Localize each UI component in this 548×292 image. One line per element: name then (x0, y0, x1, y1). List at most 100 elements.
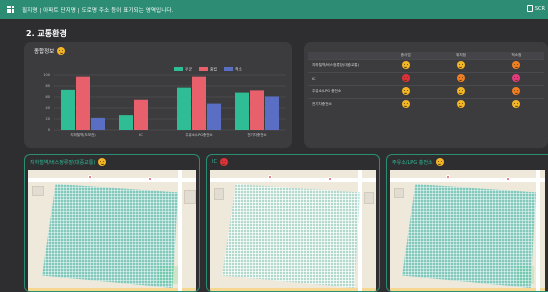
panel-title: IC (212, 159, 217, 165)
smiley-orange-icon (456, 74, 465, 82)
map-road (390, 178, 545, 182)
bar (134, 99, 148, 130)
map-road (210, 178, 376, 182)
row-label: 지하철역/버스정류장(대중교통) (308, 58, 378, 72)
menu-icon[interactable] (3, 0, 17, 19)
map-building (364, 192, 374, 204)
map-pin-icon (148, 177, 152, 181)
smiley-yellow-icon (401, 87, 410, 95)
column-header: 종사업 (378, 52, 434, 59)
map-building (32, 186, 44, 196)
bar (76, 76, 90, 130)
panel-gas-station: 주유소/LPG 충전소 (386, 154, 548, 292)
panel-ic: IC (206, 154, 380, 292)
legend-label: 우군 (185, 67, 192, 72)
panel-header: 지하철역/버스정류장(대중교통) (30, 158, 107, 166)
bar (250, 90, 264, 130)
bar (177, 87, 191, 130)
smiley-yellow-icon (435, 158, 444, 166)
top-bar: 필지명 | 아파트 단지명 | 도로명 주소 등이 표기되는 영역입니다. SC… (0, 0, 548, 19)
smiley-yellow-icon (456, 100, 465, 109)
map-road (536, 170, 540, 291)
panel-title: 주유소/LPG 충전소 (392, 159, 433, 166)
smiley-red-icon (219, 158, 228, 166)
document-icon (526, 5, 533, 12)
section-title: 2. 교통환경 (26, 29, 67, 38)
screen-button[interactable]: SCR (526, 5, 545, 12)
x-tick-label: 전기차충전소 (247, 132, 267, 137)
rating-table-card: 종사업 위치점 적소점 지하철역/버스정류장(대중교통) IC 주유소/LPG 충전… (304, 42, 548, 148)
heatmap-grid (42, 184, 178, 288)
map-pin-icon (506, 177, 510, 181)
map-building (394, 188, 404, 198)
smiley-yellow-icon (401, 100, 410, 109)
table-row: 주유소/LPG 충전소 (308, 84, 544, 98)
rating-cell (433, 71, 489, 85)
smiley-yellow-icon (456, 87, 465, 95)
map-road (358, 170, 362, 291)
legend-swatch (174, 67, 183, 71)
y-tick-label: 0 (48, 128, 50, 132)
map-view[interactable] (390, 170, 545, 291)
bar (235, 92, 249, 130)
bar (119, 115, 133, 130)
map-road (178, 170, 182, 291)
smiley-red-icon (401, 74, 410, 82)
smiley-orange-icon (512, 87, 521, 95)
rating-cell (433, 97, 489, 111)
y-tick-label: 100 (43, 73, 50, 77)
map-road (210, 288, 376, 291)
y-tick-label: 40 (46, 106, 50, 110)
map-pin-icon (446, 175, 450, 179)
row-label: 주유소/LPG 충전소 (308, 84, 378, 98)
rating-cell (378, 97, 434, 111)
x-tick-label: IC (139, 133, 143, 137)
panel-header: IC (212, 158, 228, 166)
x-tick-label: 주유소/LPG충전소 (185, 132, 213, 137)
bar (61, 89, 75, 130)
bar-chart: 100 80 60 40 20 0 지하철역(도보권) IC 주유소/LPG충전소 전기차충전소 우… (43, 67, 286, 137)
y-tick-label: 20 (46, 117, 50, 121)
map-road (28, 288, 196, 291)
legend-label: 중립 (210, 67, 217, 72)
map-pin-icon (268, 175, 272, 179)
summary-card: 종합정보 100 80 60 40 20 0 지하철역(도보권) IC 주유소/LPG충전소 전기… (24, 42, 292, 148)
rating-table: 종사업 위치점 적소점 지하철역/버스정류장(대중교통) IC 주유소/LPG 충전… (308, 52, 544, 111)
map-view[interactable] (210, 170, 376, 291)
rating-cell (378, 84, 434, 98)
rating-cell (488, 84, 544, 98)
location-title: 필지명 | 아파트 단지명 | 도로명 주소 등이 표기되는 영역입니다. (22, 7, 174, 14)
map-building (214, 188, 224, 200)
map-view[interactable] (28, 170, 196, 291)
rating-cell (433, 58, 489, 72)
table-header-row: 종사업 위치점 적소점 (308, 52, 544, 59)
table-row: 전기차충전소 (308, 97, 544, 111)
smiley-yellow-icon (401, 61, 410, 69)
rating-cell (378, 71, 434, 85)
panel-header: 주유소/LPG 충전소 (392, 158, 444, 166)
bar (265, 96, 279, 130)
screen-button-label: SCR (534, 5, 545, 12)
rating-cell (488, 97, 544, 111)
map-pin-icon (88, 175, 92, 179)
heatmap-grid (222, 184, 360, 288)
smiley-yellow-icon (456, 61, 465, 69)
smiley-orange-icon (512, 61, 521, 69)
y-tick-label: 60 (46, 95, 50, 99)
smiley-yellow-icon (512, 100, 521, 109)
column-header: 적소점 (488, 52, 544, 59)
column-header: 위치점 (433, 52, 489, 59)
y-tick-label: 80 (46, 84, 50, 88)
smiley-pink-icon (512, 74, 521, 82)
bar (91, 117, 105, 130)
rating-cell (488, 71, 544, 85)
table-row: IC (308, 71, 544, 85)
map-pin-icon (328, 177, 332, 181)
map-building (184, 190, 196, 204)
rating-cell (488, 58, 544, 72)
panel-title: 지하철역/버스정류장(대중교통) (30, 159, 96, 166)
heatmap-grid (402, 184, 536, 288)
map-road (28, 178, 196, 182)
row-label: IC (308, 71, 378, 85)
legend-swatch (224, 67, 233, 71)
